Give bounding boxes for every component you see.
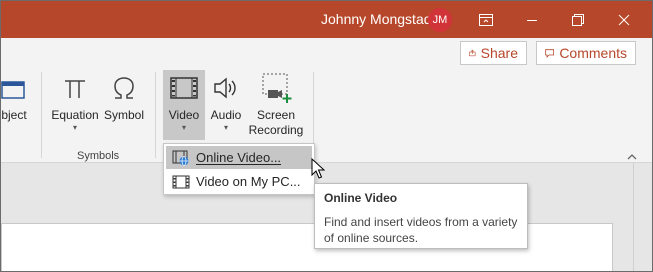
tooltip-description-line1: Find and insert videos from a variety <box>324 215 518 229</box>
screen-recording-icon <box>262 73 292 103</box>
speaker-icon <box>214 77 236 99</box>
menu-item-video-on-my-pc[interactable]: Video on My PC... <box>166 170 312 193</box>
symbols-group-label: Symbols <box>77 150 120 162</box>
comments-label: Comments <box>559 45 627 61</box>
chevron-down-icon: ▾ <box>223 123 228 132</box>
tooltip-title: Online Video <box>324 191 398 205</box>
audio-label: Audio <box>210 108 242 122</box>
film-icon <box>172 175 190 188</box>
minimize-button[interactable] <box>509 1 555 38</box>
minimize-icon <box>527 19 537 21</box>
film-icon <box>170 77 198 99</box>
share-button[interactable]: Share <box>460 41 527 65</box>
screen-recording-label-1: Screen <box>256 108 296 122</box>
video-button[interactable]: Video ▾ <box>163 68 205 133</box>
omega-icon <box>114 77 134 99</box>
menu-item-label: Video on My PC... <box>196 174 301 189</box>
tooltip: Online Video Find and insert videos from… <box>314 183 528 249</box>
pi-icon <box>65 80 85 98</box>
object-label: bject <box>1 108 27 122</box>
share-label: Share <box>480 45 518 61</box>
symbol-button[interactable]: Symbol <box>102 68 146 123</box>
user-name[interactable]: Johnny Mongstad <box>321 11 432 27</box>
video-dropdown-menu: Online Video... Video on My PC... <box>163 143 315 195</box>
share-icon <box>469 49 476 57</box>
ribbon: bject Equation ▾ Symbol Symbols Video ▾ … <box>1 66 652 163</box>
comments-button[interactable]: Comments <box>536 41 636 65</box>
vertical-scrollbar[interactable] <box>633 163 652 271</box>
ribbon-separator <box>155 72 156 158</box>
title-bar: Johnny Mongstad JM <box>1 1 652 38</box>
comment-icon <box>545 49 555 58</box>
close-button[interactable] <box>601 1 647 38</box>
equation-label: Equation <box>51 108 99 122</box>
close-icon <box>618 14 630 25</box>
app-window: Johnny Mongstad JM Share Comments bject … <box>0 0 653 272</box>
online-video-icon <box>172 150 189 166</box>
ribbon-separator <box>41 72 42 158</box>
symbol-label: Symbol <box>103 108 144 122</box>
equation-button[interactable]: Equation ▾ <box>49 68 101 133</box>
chevron-down-icon: ▾ <box>181 123 186 132</box>
collapse-ribbon-button[interactable] <box>627 150 639 160</box>
collaboration-bar: Share Comments <box>1 38 652 66</box>
screen-recording-button[interactable]: Screen Recording <box>247 68 305 138</box>
object-icon <box>1 81 25 99</box>
menu-item-online-video[interactable]: Online Video... <box>166 146 312 169</box>
chevron-down-icon: ▾ <box>72 123 77 132</box>
video-label: Video <box>168 108 200 122</box>
menu-item-label: Online Video... <box>196 150 282 165</box>
audio-button[interactable]: Audio ▾ <box>207 68 245 133</box>
restore-button[interactable] <box>555 1 601 38</box>
object-button[interactable]: bject <box>1 68 33 123</box>
ribbon-display-icon <box>479 13 493 26</box>
avatar[interactable]: JM <box>428 8 452 32</box>
screen-recording-label-2: Recording <box>248 123 304 137</box>
mouse-cursor-icon <box>311 158 325 179</box>
chevron-up-icon <box>627 154 637 160</box>
restore-icon <box>572 13 584 26</box>
ribbon-display-options-button[interactable] <box>463 1 509 38</box>
tooltip-description-line2: of online sources. <box>324 231 419 245</box>
